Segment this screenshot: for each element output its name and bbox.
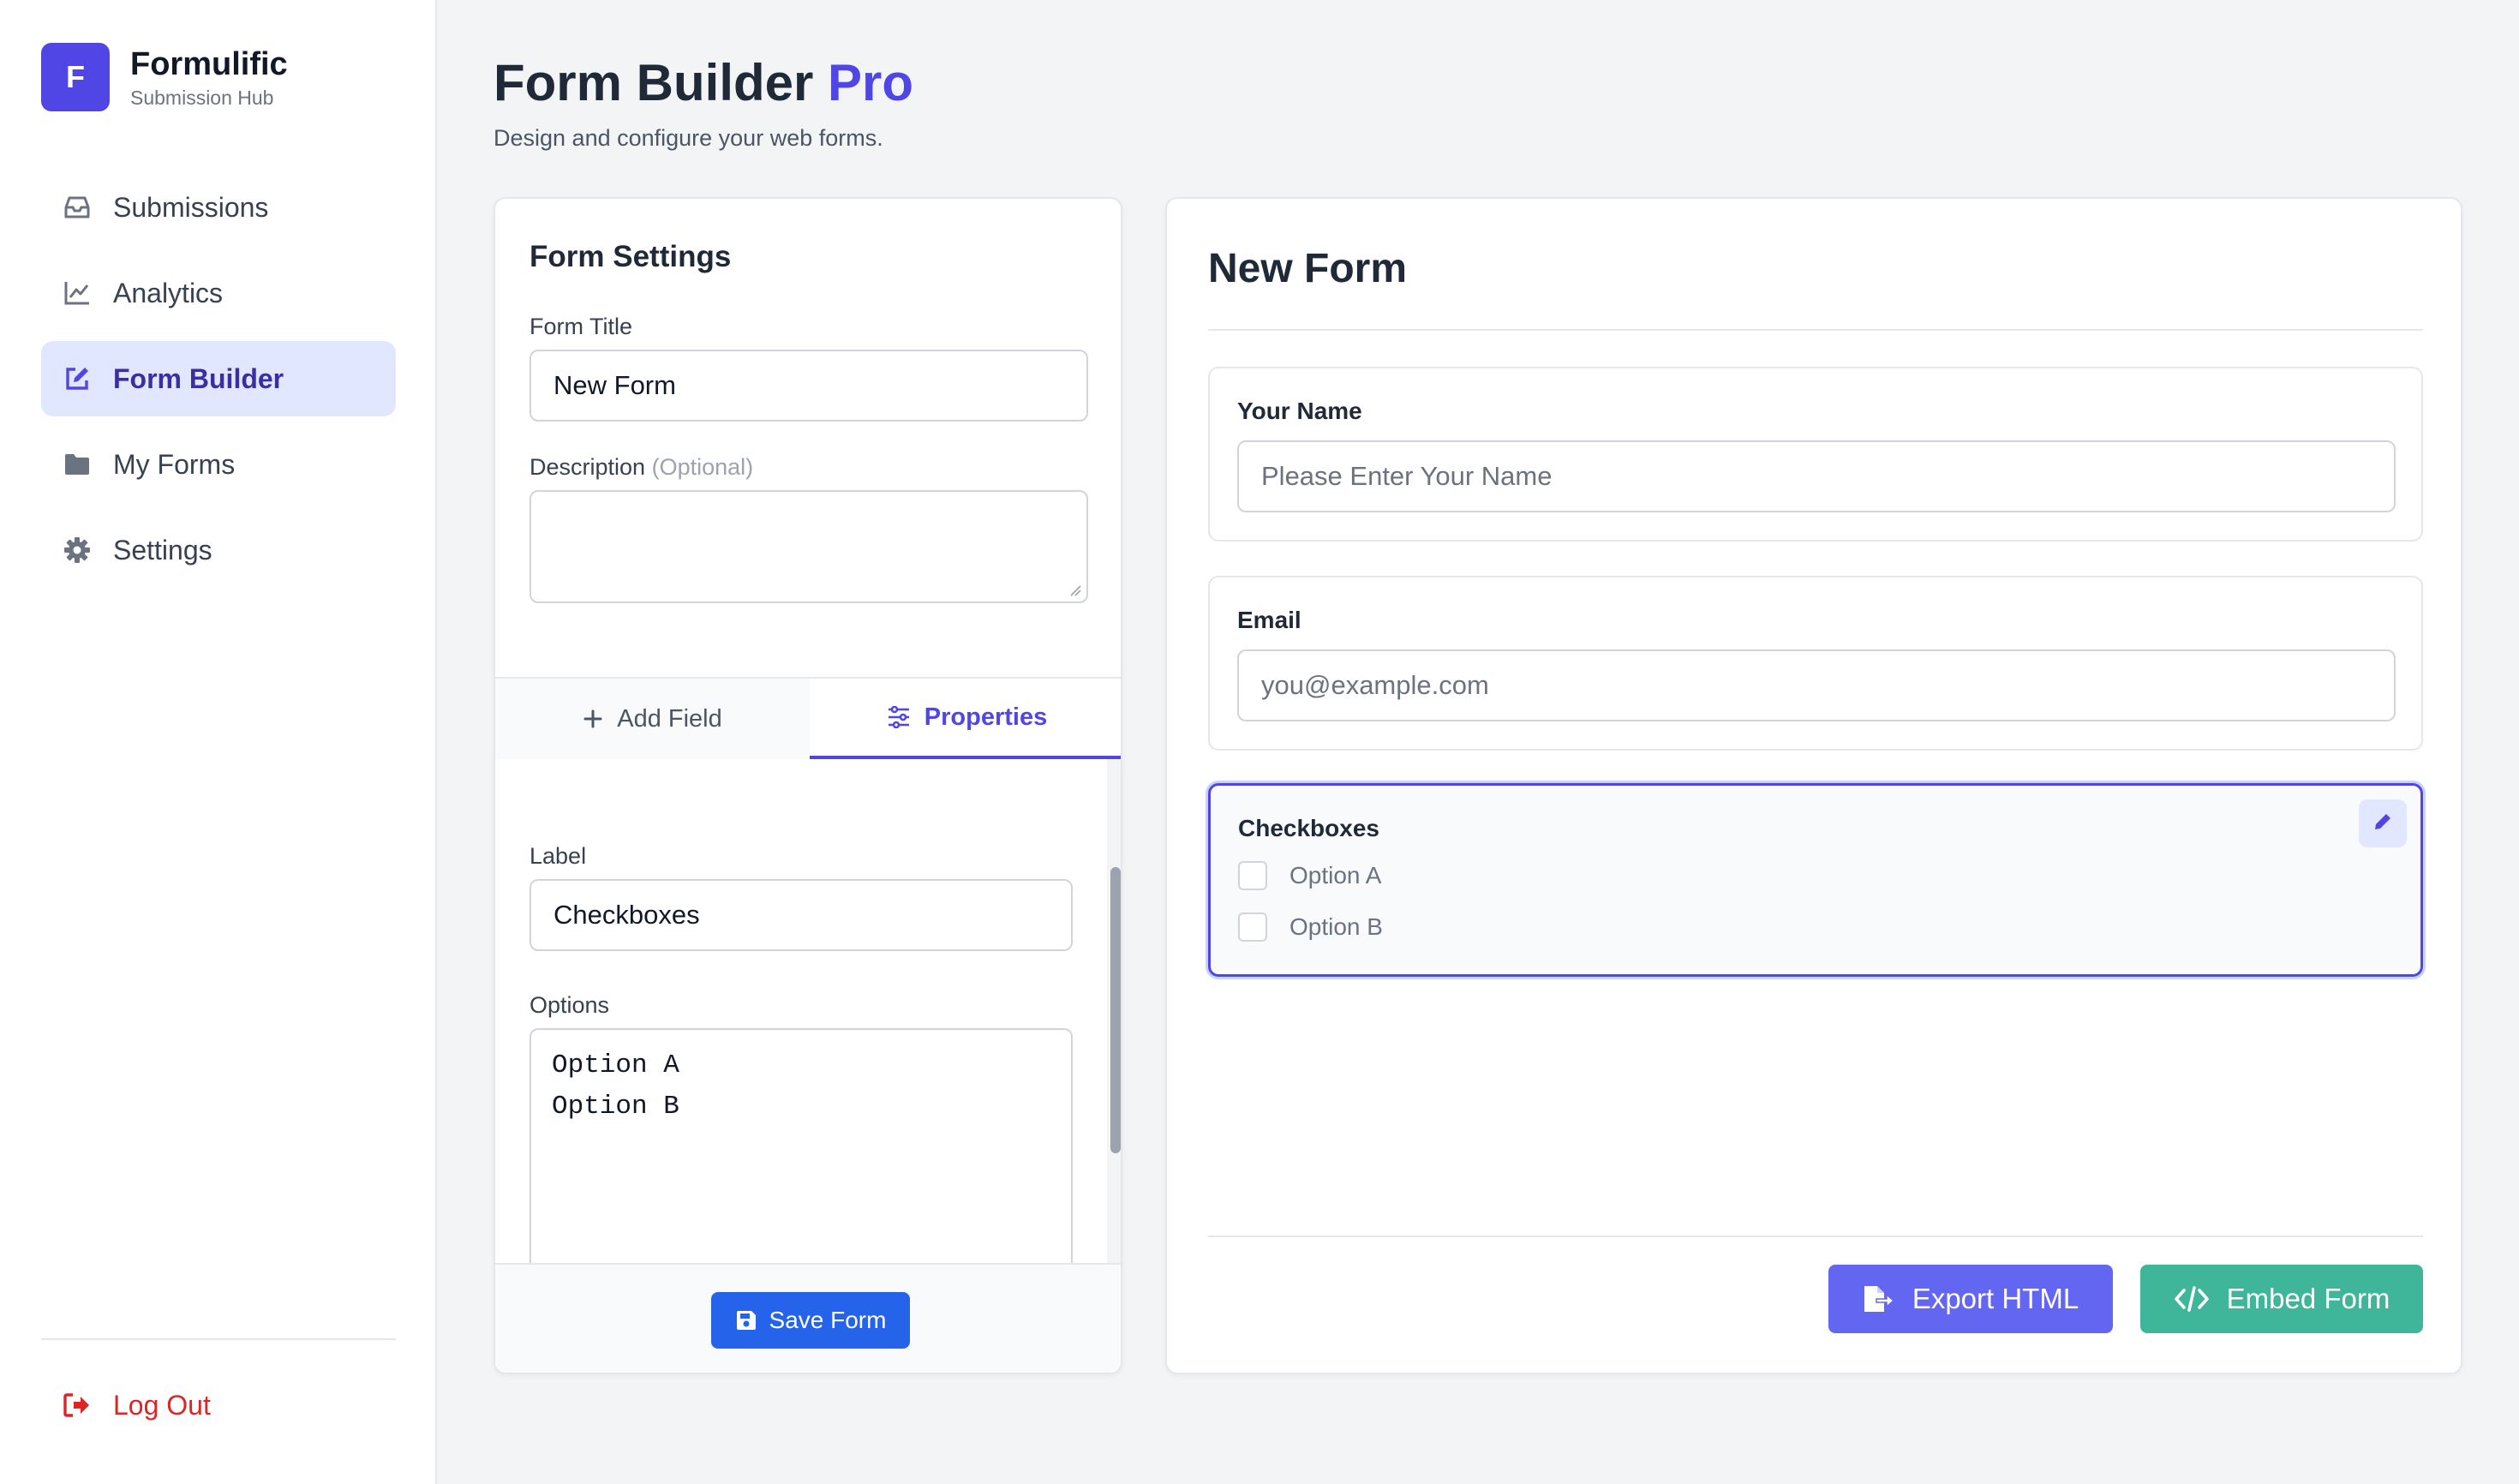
form-preview-panel: New Form Your Name Email Checkboxes Opti…: [1165, 197, 2462, 1374]
name-input[interactable]: [1237, 440, 2396, 512]
export-html-label: Export HTML: [1912, 1283, 2079, 1314]
inbox-icon: [62, 192, 93, 223]
brand-text: Formulific Submission Hub: [130, 45, 288, 110]
plus-icon: [583, 709, 603, 729]
settings-title: Form Settings: [530, 240, 732, 273]
settings-footer: Save Form: [495, 1263, 1121, 1373]
prop-label-input[interactable]: [530, 879, 1073, 951]
tab-properties[interactable]: Properties: [810, 679, 1121, 759]
sidebar-divider: [41, 1338, 396, 1340]
checkbox-option[interactable]: Option A: [1238, 861, 1381, 890]
form-title-input[interactable]: [530, 350, 1088, 422]
form-settings-panel: Form Settings Form Title Description (Op…: [494, 197, 1122, 1374]
properties-panel: Label Options Option A Option B: [495, 759, 1121, 1270]
embed-form-label: Embed Form: [2226, 1283, 2390, 1314]
field-label: Checkboxes: [1238, 815, 1379, 841]
brand-name: Formulific: [130, 46, 288, 82]
checkbox[interactable]: [1238, 861, 1267, 890]
preview-footer-divider: [1208, 1236, 2423, 1237]
logout-button[interactable]: Log Out: [41, 1367, 396, 1443]
embed-form-button[interactable]: Embed Form: [2140, 1265, 2423, 1333]
sidebar-item-label: Settings: [113, 534, 212, 565]
logout-label: Log Out: [113, 1389, 211, 1421]
sidebar-item-label: Analytics: [113, 277, 224, 308]
edit-field-button[interactable]: [2359, 799, 2407, 847]
export-html-button[interactable]: Export HTML: [1828, 1265, 2113, 1333]
brand-logo: F: [41, 43, 110, 111]
save-icon: [735, 1309, 757, 1331]
brand: F Formulific Submission Hub: [41, 43, 288, 111]
line-chart-icon: [62, 278, 93, 308]
prop-options-label: Options: [530, 992, 610, 1018]
sidebar-item-label: Form Builder: [113, 362, 284, 394]
description-textarea[interactable]: [530, 490, 1088, 603]
sidebar-item-settings[interactable]: Settings: [41, 512, 396, 588]
sidebar-item-submissions[interactable]: Submissions: [41, 170, 396, 245]
resize-grip-icon[interactable]: [1069, 584, 1081, 596]
tab-add-field[interactable]: Add Field: [495, 679, 810, 759]
page-title: Form Builder Pro: [494, 53, 913, 112]
sidebar-item-label: My Forms: [113, 448, 236, 480]
checkbox-option[interactable]: Option B: [1238, 913, 1383, 942]
save-form-button[interactable]: Save Form: [711, 1292, 910, 1349]
checkbox-label: Option B: [1289, 913, 1383, 940]
field-label: Your Name: [1237, 398, 1362, 424]
app-root: F Formulific Submission Hub Submissions …: [0, 0, 2519, 1484]
edit-icon: [62, 363, 93, 394]
brand-subtitle: Submission Hub: [130, 87, 274, 109]
optional-hint: (Optional): [651, 454, 754, 480]
prop-label-label: Label: [530, 843, 587, 869]
form-title-label: Form Title: [530, 314, 633, 339]
sidebar: F Formulific Submission Hub Submissions …: [0, 0, 437, 1484]
preview-field-name[interactable]: Your Name: [1208, 367, 2423, 542]
tab-label: Add Field: [617, 704, 722, 733]
sidebar-item-label: Submissions: [113, 191, 269, 223]
pencil-icon: [2372, 811, 2393, 836]
checkbox[interactable]: [1238, 913, 1267, 942]
prop-options-textarea[interactable]: Option A Option B: [530, 1028, 1073, 1270]
folder-icon: [62, 449, 93, 480]
sidebar-item-analytics[interactable]: Analytics: [41, 255, 396, 331]
field-label: Email: [1237, 607, 1301, 633]
preview-divider: [1208, 329, 2423, 331]
gear-icon: [62, 535, 93, 565]
checkbox-label: Option A: [1289, 862, 1382, 889]
builder-tabs: Add Field Properties: [495, 677, 1121, 759]
properties-scrollbar-thumb[interactable]: [1110, 867, 1121, 1153]
sidebar-item-my-forms[interactable]: My Forms: [41, 427, 396, 502]
file-export-icon: [1863, 1284, 1895, 1313]
tab-label: Properties: [924, 703, 1048, 731]
preview-field-checkboxes[interactable]: Checkboxes Option A Option B: [1208, 783, 2423, 977]
logout-icon: [62, 1390, 93, 1421]
save-form-label: Save Form: [769, 1307, 887, 1333]
sidebar-nav: Submissions Analytics Form Builder My Fo…: [41, 170, 396, 598]
preview-form-title: New Form: [1208, 246, 1408, 291]
email-input[interactable]: [1237, 649, 2396, 721]
page-title-main: Form Builder: [494, 54, 814, 111]
page-title-accent: Pro: [828, 54, 914, 111]
sidebar-item-form-builder[interactable]: Form Builder: [41, 341, 396, 416]
description-label-text: Description: [530, 454, 646, 480]
sliders-icon: [887, 706, 911, 728]
description-label: Description (Optional): [530, 454, 753, 481]
code-icon: [2174, 1285, 2210, 1313]
preview-field-email[interactable]: Email: [1208, 576, 2423, 751]
page-subtitle: Design and configure your web forms.: [494, 125, 883, 151]
